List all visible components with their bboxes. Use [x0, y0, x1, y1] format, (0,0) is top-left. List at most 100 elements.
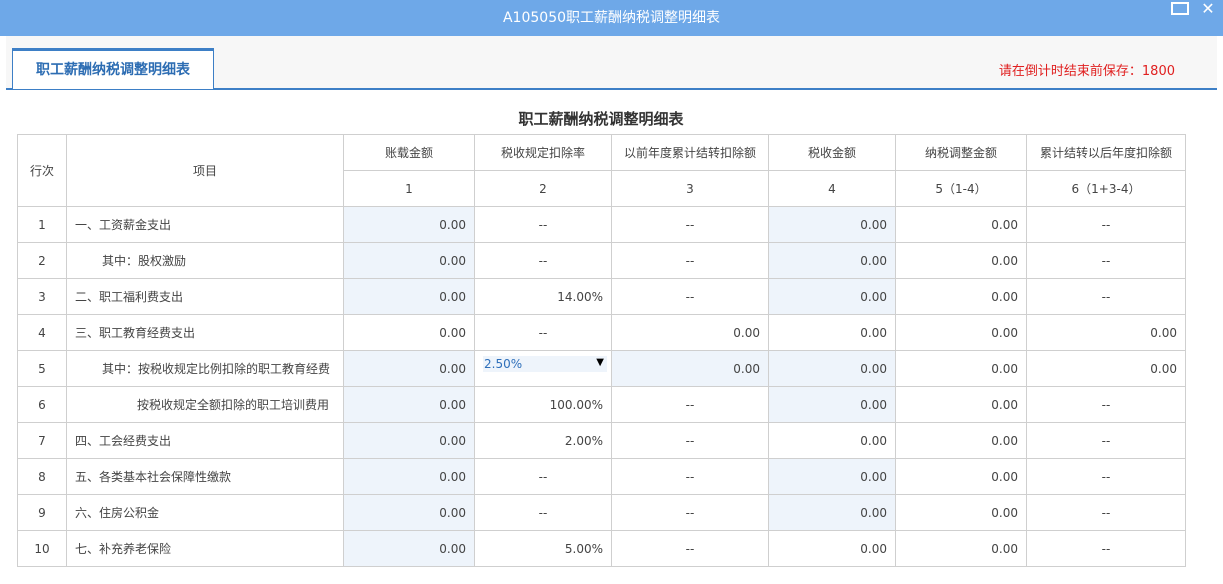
- row-item-label: 一、工资薪金支出: [66, 206, 344, 243]
- header-col2: 税收规定扣除率: [474, 134, 612, 171]
- dropdown-arrow-icon: ▼: [596, 356, 604, 368]
- input-book-amount[interactable]: 0.00: [343, 350, 475, 387]
- cell-future-carryover: --: [1026, 494, 1186, 531]
- window-title: A105050职工薪酬纳税调整明细表: [502, 10, 721, 26]
- cell-adjustment: 0.00: [895, 206, 1027, 243]
- input-prior-carryover[interactable]: 0.00: [611, 350, 769, 387]
- header-col1: 账载金额: [343, 134, 475, 171]
- header-colnum5: 5（1-4）: [895, 170, 1027, 207]
- cell-book-amount: 0.00: [343, 314, 475, 351]
- cell-adjustment: 0.00: [895, 242, 1027, 279]
- table-row: 4 三、职工教育经费支出 0.00 -- 0.00 0.00 0.00 0.00: [17, 314, 1186, 351]
- cell-future-carryover: --: [1026, 458, 1186, 495]
- save-countdown: 请在倒计时结束前保存：1800: [998, 64, 1175, 79]
- maximize-icon: [1171, 2, 1189, 15]
- input-book-amount[interactable]: 0.00: [343, 386, 475, 423]
- cell-tax-amount: 0.00: [768, 314, 896, 351]
- row-item-label: 六、住房公积金: [66, 494, 344, 531]
- input-tax-amount[interactable]: 0.00: [768, 206, 896, 243]
- cell-adjustment: 0.00: [895, 494, 1027, 531]
- cell-prior-carryover: 0.00: [611, 314, 769, 351]
- tab-salary-adjustment[interactable]: 职工薪酬纳税调整明细表: [12, 48, 214, 89]
- maximize-button[interactable]: [1171, 0, 1189, 20]
- cell-deduction-rate: --: [474, 242, 612, 279]
- adjustment-table: 行次 项目 账载金额 税收规定扣除率 以前年度累计结转扣除额 税收金额 纳税调整…: [17, 134, 1186, 567]
- cell-tax-amount: 0.00: [768, 422, 896, 459]
- row-item-label: 按税收规定全额扣除的职工培训费用: [66, 386, 344, 423]
- header-row-no: 行次: [17, 134, 67, 207]
- input-book-amount[interactable]: 0.00: [343, 206, 475, 243]
- header-col6: 累计结转以后年度扣除额: [1026, 134, 1186, 171]
- cell-prior-carryover: --: [611, 386, 769, 423]
- cell-future-carryover: --: [1026, 278, 1186, 315]
- deduction-rate-select[interactable]: 2.50% ▼: [483, 355, 607, 372]
- input-book-amount[interactable]: 0.00: [343, 422, 475, 459]
- cell-adjustment: 0.00: [895, 350, 1027, 387]
- table-row: 1 一、工资薪金支出 0.00 -- -- 0.00 0.00 --: [17, 206, 1186, 243]
- deduction-rate-cell: 2.50% ▼: [474, 350, 612, 387]
- header-item: 项目: [66, 134, 344, 207]
- table-row: 10 七、补充养老保险 0.00 5.00% -- 0.00 0.00 --: [17, 530, 1186, 567]
- cell-future-carryover: --: [1026, 422, 1186, 459]
- header-col4: 税收金额: [768, 134, 896, 171]
- table-row: 9 六、住房公积金 0.00 -- -- 0.00 0.00 --: [17, 494, 1186, 531]
- cell-deduction-rate: --: [474, 494, 612, 531]
- input-book-amount[interactable]: 0.00: [343, 278, 475, 315]
- row-number: 1: [17, 206, 67, 243]
- input-tax-amount[interactable]: 0.00: [768, 242, 896, 279]
- cell-prior-carryover: --: [611, 494, 769, 531]
- cell-tax-amount: 0.00: [768, 530, 896, 567]
- cell-deduction-rate: --: [474, 206, 612, 243]
- input-book-amount[interactable]: 0.00: [343, 530, 475, 567]
- cell-adjustment: 0.00: [895, 458, 1027, 495]
- input-tax-amount[interactable]: 0.00: [768, 494, 896, 531]
- table-row: 3 二、职工福利费支出 0.00 14.00% -- 0.00 0.00 --: [17, 278, 1186, 315]
- cell-deduction-rate: --: [474, 458, 612, 495]
- row-item-label: 其中：按税收规定比例扣除的职工教育经费: [66, 350, 344, 387]
- cell-prior-carryover: --: [611, 242, 769, 279]
- cell-prior-carryover: --: [611, 530, 769, 567]
- cell-adjustment: 0.00: [895, 530, 1027, 567]
- table-row: 5 其中：按税收规定比例扣除的职工教育经费 0.00 2.50% ▼ 0.00 0…: [17, 350, 1186, 387]
- row-number: 5: [17, 350, 67, 387]
- cell-prior-carryover: --: [611, 422, 769, 459]
- input-tax-amount[interactable]: 0.00: [768, 386, 896, 423]
- header-col3: 以前年度累计结转扣除额: [611, 134, 769, 171]
- cell-future-carryover: --: [1026, 386, 1186, 423]
- input-tax-amount[interactable]: 0.00: [768, 278, 896, 315]
- row-number: 2: [17, 242, 67, 279]
- cell-future-carryover: --: [1026, 530, 1186, 567]
- table-row: 2 其中：股权激励 0.00 -- -- 0.00 0.00 --: [17, 242, 1186, 279]
- row-number: 8: [17, 458, 67, 495]
- input-tax-amount[interactable]: 0.00: [768, 350, 896, 387]
- row-number: 6: [17, 386, 67, 423]
- form-frame: 职工薪酬纳税调整明细表 请在倒计时结束前保存：1800 职工薪酬纳税调整明细表 …: [6, 36, 1217, 584]
- cell-deduction-rate: 14.00%: [474, 278, 612, 315]
- sheet-title: 职工薪酬纳税调整明细表: [518, 110, 684, 128]
- cell-deduction-rate: 5.00%: [474, 530, 612, 567]
- cell-prior-carryover: --: [611, 206, 769, 243]
- table-row: 7 四、工会经费支出 0.00 2.00% -- 0.00 0.00 --: [17, 422, 1186, 459]
- input-book-amount[interactable]: 0.00: [343, 494, 475, 531]
- header-colnum1: 1: [343, 170, 475, 207]
- close-button[interactable]: ✕: [1197, 0, 1219, 20]
- row-number: 9: [17, 494, 67, 531]
- header-colnum3: 3: [611, 170, 769, 207]
- table-row: 8 五、各类基本社会保障性缴款 0.00 -- -- 0.00 0.00 --: [17, 458, 1186, 495]
- row-number: 10: [17, 530, 67, 567]
- row-number: 4: [17, 314, 67, 351]
- cell-adjustment: 0.00: [895, 386, 1027, 423]
- header-colnum4: 4: [768, 170, 896, 207]
- row-number: 3: [17, 278, 67, 315]
- tab-strip: 职工薪酬纳税调整明细表 请在倒计时结束前保存：1800: [6, 36, 1217, 90]
- cell-future-carryover: --: [1026, 206, 1186, 243]
- input-book-amount[interactable]: 0.00: [343, 242, 475, 279]
- input-tax-amount[interactable]: 0.00: [768, 458, 896, 495]
- cell-future-carryover: 0.00: [1026, 314, 1186, 351]
- cell-deduction-rate: 2.00%: [474, 422, 612, 459]
- cell-adjustment: 0.00: [895, 422, 1027, 459]
- row-number: 7: [17, 422, 67, 459]
- cell-prior-carryover: --: [611, 278, 769, 315]
- row-item-label: 五、各类基本社会保障性缴款: [66, 458, 344, 495]
- input-book-amount[interactable]: 0.00: [343, 458, 475, 495]
